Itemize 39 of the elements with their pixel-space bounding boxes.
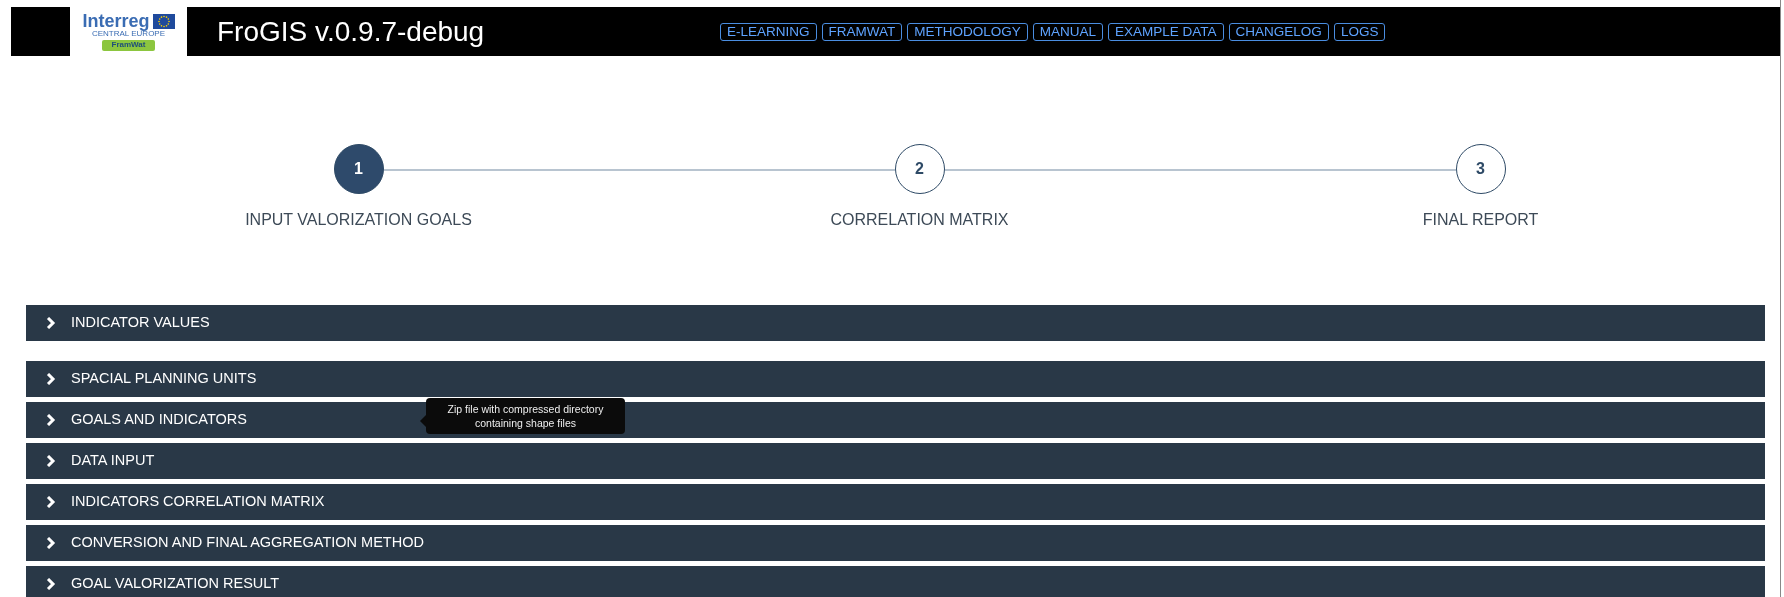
flag-icon <box>152 13 175 29</box>
logo-region-text: CENTRAL EUROPE <box>91 30 166 39</box>
project-badge: FramWat <box>101 40 156 51</box>
chevron-right-icon <box>45 578 56 590</box>
panel-title: INDICATOR VALUES <box>71 313 210 333</box>
tooltip: Zip file with compressed directory containing shape files <box>426 398 625 435</box>
panel-header[interactable]: INDICATOR VALUES <box>26 305 1765 341</box>
logo-brand-text: Interreg <box>82 12 150 31</box>
panel-header[interactable]: CONVERSION AND FINAL AGGREGATION METHOD <box>26 525 1765 561</box>
chevron-right-icon <box>45 455 56 467</box>
nav-link-button[interactable]: FRAMWAT <box>821 22 903 41</box>
step-label: CORRELATION MATRIX <box>830 210 1009 230</box>
panel-title: CONVERSION AND FINAL AGGREGATION METHOD <box>71 533 424 553</box>
step-label: FINAL REPORT <box>1422 210 1539 230</box>
panel-header[interactable]: GOAL VALORIZATION RESULT <box>26 566 1765 597</box>
panel-title: SPACIAL PLANNING UNITS <box>71 369 257 389</box>
chevron-right-icon <box>45 317 56 329</box>
panel-title: DATA INPUT <box>71 451 155 471</box>
nav-link-button[interactable]: CHANGELOG <box>1228 22 1329 41</box>
nav-link-button[interactable]: EXAMPLE DATA <box>1108 22 1224 41</box>
app-title: FroGIS v.0.9.7-debug <box>216 15 486 49</box>
panel-header[interactable]: INDICATORS CORRELATION MATRIX <box>26 484 1765 520</box>
chevron-right-icon <box>45 496 56 508</box>
nav-link-button[interactable]: METHODOLOGY <box>907 22 1028 41</box>
step-circle[interactable]: 3 <box>1455 144 1506 194</box>
nav-link-button[interactable]: MANUAL <box>1032 22 1104 41</box>
chevron-right-icon <box>45 414 56 426</box>
panel-header[interactable]: DATA INPUT <box>26 443 1765 479</box>
nav-link-button[interactable]: LOGS <box>1333 22 1386 41</box>
step-circle[interactable]: 2 <box>894 144 945 194</box>
chevron-right-icon <box>45 373 56 385</box>
panel-title: INDICATORS CORRELATION MATRIX <box>71 492 325 512</box>
step-circle[interactable]: 1 <box>333 144 384 194</box>
chevron-right-icon <box>45 537 56 549</box>
nav-link-button[interactable]: E-LEARNING <box>720 22 817 41</box>
panel-title: GOAL VALORIZATION RESULT <box>71 574 280 594</box>
step-label: INPUT VALORIZATION GOALS <box>245 210 472 230</box>
panel-header[interactable]: SPACIAL PLANNING UNITS <box>26 361 1765 397</box>
panel-title: GOALS AND INDICATORS <box>71 410 247 430</box>
